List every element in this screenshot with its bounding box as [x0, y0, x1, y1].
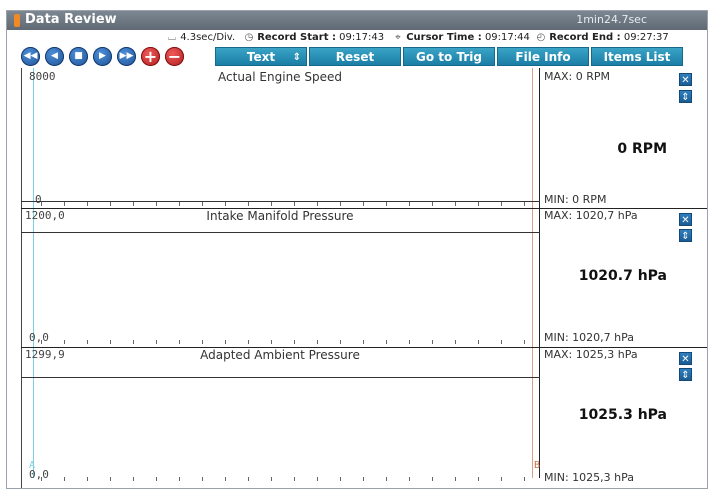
panel3-min: MIN: 1025,3 hPa [544, 471, 635, 484]
time-division: 4.3sec/Div. [180, 32, 236, 43]
rewind-button[interactable]: ◀◀ [21, 47, 40, 66]
record-start-label: Record Start : [257, 32, 336, 43]
go-to-trig-label: Go to Trig [416, 50, 482, 64]
cursor-time-value: 09:17:44 [484, 32, 530, 43]
panel3-title: Adapted Ambient Pressure [200, 348, 360, 362]
panel1-max: MAX: 0 RPM [544, 70, 611, 83]
items-list-label: Items List [603, 50, 671, 64]
zoom-in-button[interactable]: + [141, 47, 160, 66]
panel3-max: MAX: 1025,3 hPa [544, 348, 638, 361]
stop-icon: ■ [74, 51, 83, 61]
panel2-readout: MAX: 1020,7 hPa 1020.7 hPa MIN: 1020,7 h… [540, 209, 707, 347]
step-back-icon: ◀ [51, 51, 58, 61]
cursor-b-marker: B [534, 460, 541, 471]
rewind-icon: ◀◀ [23, 51, 38, 61]
step-back-button[interactable]: ◀ [45, 47, 64, 66]
panel1-ymax: 8000 [29, 70, 56, 83]
close-icon: ✕ [681, 354, 690, 365]
record-end-value: 09:27:37 [623, 32, 669, 43]
panel2-scale-button[interactable]: ⇕ [679, 229, 692, 242]
crosshair-icon: ⌖ [395, 32, 401, 43]
record-duration: 1min24.7sec [576, 13, 647, 26]
end-clock-icon: ◴ [536, 32, 546, 43]
panel1-current-value: 0 RPM [617, 141, 667, 157]
updown-icon: ⇕ [681, 231, 690, 242]
panel3-ymax: 1299,9 [25, 348, 65, 361]
cursor-a-line[interactable] [33, 68, 34, 478]
zoom-out-button[interactable]: − [165, 47, 184, 66]
panel1-close-button[interactable]: ✕ [679, 73, 692, 86]
stop-button[interactable]: ■ [69, 47, 88, 66]
panel2-time-ticks [21, 340, 540, 344]
close-icon: ✕ [681, 75, 690, 86]
panel2-ymax: 1200,0 [25, 209, 65, 222]
display-mode-select[interactable]: Text ⇕ [215, 47, 307, 66]
record-info-bar: ⌴ 4.3sec/Div. ◷ Record Start : 09:17:43 … [7, 31, 707, 45]
clock-icon: ◷ [244, 32, 254, 43]
items-list-button[interactable]: Items List [591, 47, 683, 66]
close-icon: ✕ [681, 215, 690, 226]
panel3-close-button[interactable]: ✕ [679, 352, 692, 365]
display-mode-value: Text [246, 50, 276, 64]
panel3-time-ticks [21, 477, 540, 481]
go-to-trig-button[interactable]: Go to Trig [403, 47, 495, 66]
panel1-time-ticks [21, 202, 540, 206]
panel1-title: Actual Engine Speed [218, 70, 342, 84]
cursor-time-label: Cursor Time : [406, 32, 482, 43]
panel2-close-button[interactable]: ✕ [679, 213, 692, 226]
fast-forward-icon: ▶▶ [119, 51, 134, 61]
title-bar: Data Review 1min24.7sec [7, 11, 707, 30]
plus-icon: + [143, 47, 158, 66]
record-start-value: 09:17:43 [339, 32, 385, 43]
panel2-max: MAX: 1020,7 hPa [544, 209, 638, 222]
cursor-b-line[interactable] [532, 68, 533, 478]
fast-forward-button[interactable]: ▶▶ [117, 47, 136, 66]
time-division-icon: ⌴ [168, 32, 176, 43]
panel2-min: MIN: 1020,7 hPa [544, 331, 635, 344]
panel3-readout: MAX: 1025,3 hPa 1025.3 hPa MIN: 1025,3 h… [540, 348, 707, 488]
updown-icon: ⇕ [681, 370, 690, 381]
updown-chevron-icon: ⇕ [292, 52, 301, 63]
panel2-signal-line [21, 232, 540, 233]
chart-left-border [21, 68, 22, 488]
reset-min-max-button[interactable]: Reset Min.Max [309, 47, 401, 83]
panel3-signal-line [21, 377, 540, 378]
file-info-button[interactable]: File Info [497, 47, 589, 66]
panel1-scale-button[interactable]: ⇕ [679, 90, 692, 103]
window-title: Data Review [25, 12, 117, 27]
play-button[interactable]: ▶ [93, 47, 112, 66]
panel1-readout: MAX: 0 RPM 0 RPM MIN: 0 RPM ✕ ⇕ [540, 68, 707, 208]
minus-icon: − [167, 47, 182, 66]
panel2-title: Intake Manifold Pressure [206, 209, 354, 223]
toolbar: ◀◀ ◀ ■ ▶ ▶▶ + − Text ⇕ Reset Min.Max Go … [7, 46, 707, 83]
updown-icon: ⇕ [681, 92, 690, 103]
panel3-current-value: 1025.3 hPa [578, 407, 667, 423]
play-icon: ▶ [99, 51, 106, 61]
record-end-label: Record End : [549, 32, 621, 43]
panel3-scale-button[interactable]: ⇕ [679, 368, 692, 381]
data-review-window: Data Review 1min24.7sec ⌴ 4.3sec/Div. ◷ … [6, 10, 708, 489]
file-info-label: File Info [515, 50, 571, 64]
panel1-min: MIN: 0 RPM [544, 193, 607, 206]
cursor-a-marker: A [29, 460, 36, 471]
panel2-current-value: 1020.7 hPa [578, 268, 667, 284]
app-logo-icon [14, 14, 20, 27]
